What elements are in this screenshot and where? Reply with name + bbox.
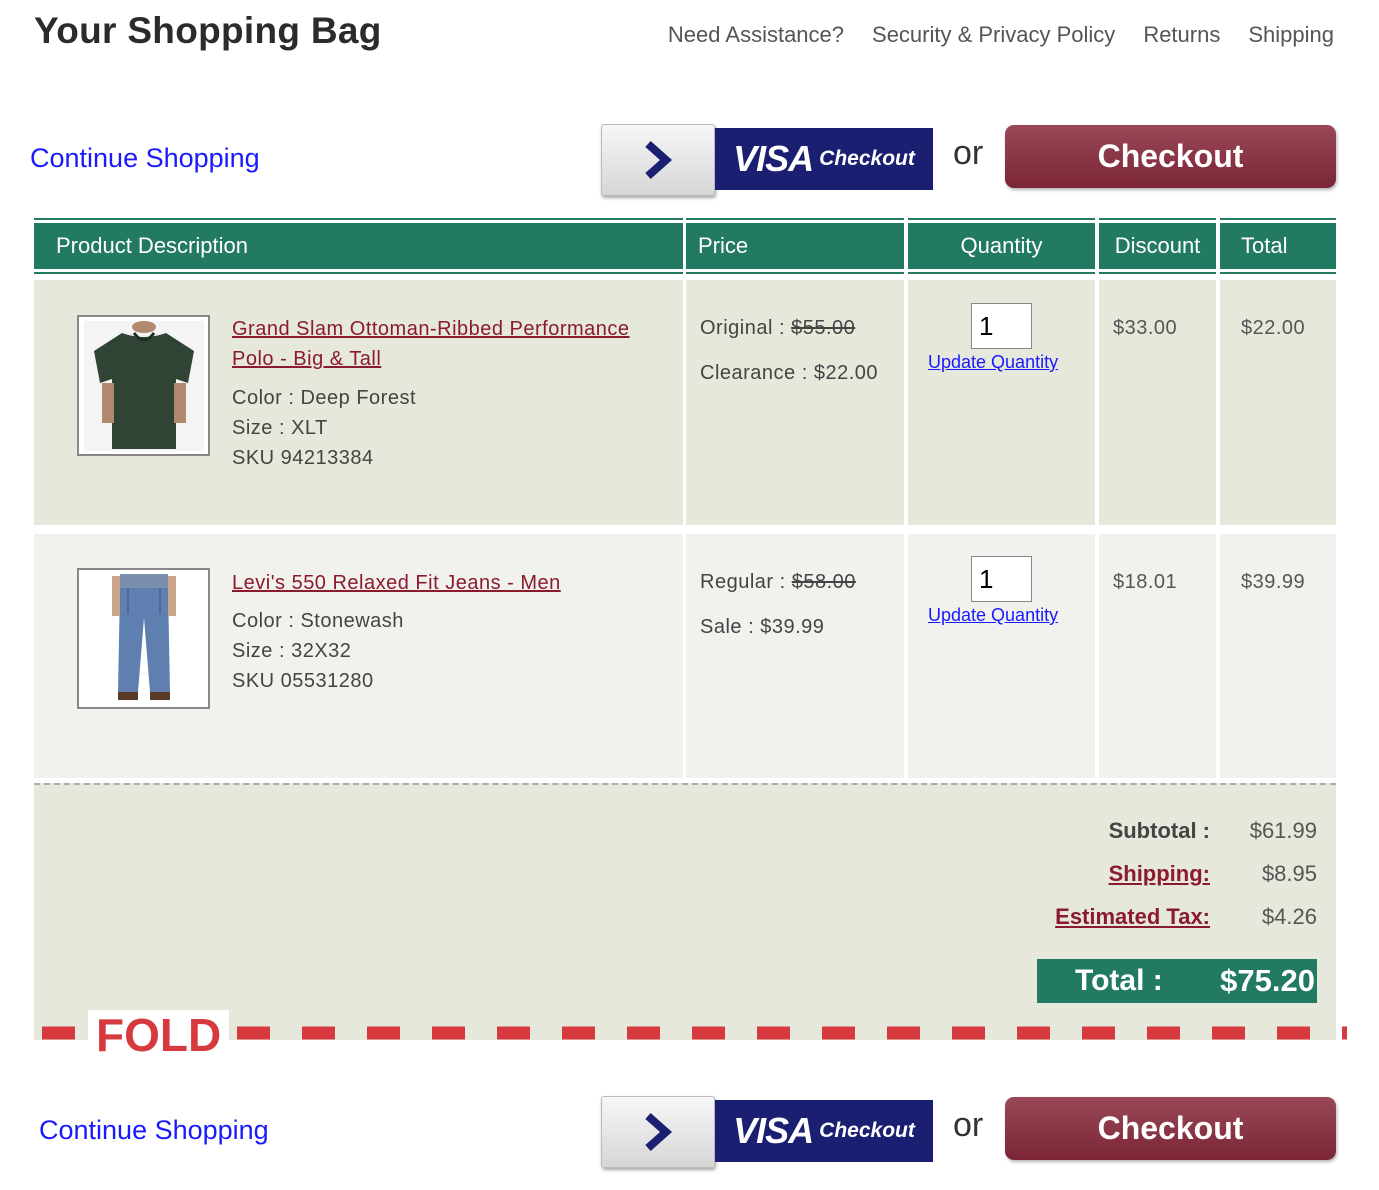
discount-value: $33.00 — [1113, 317, 1178, 339]
top-links: Need Assistance? Security & Privacy Poli… — [668, 22, 1334, 48]
product-size: Size : 32X32 — [232, 640, 352, 662]
product-name-link-line2[interactable]: Polo - Big & Tall — [232, 344, 381, 374]
returns-link[interactable]: Returns — [1143, 22, 1220, 48]
total-label: Total : — [1075, 964, 1163, 997]
subtotal-label: Subtotal : — [1108, 818, 1210, 843]
or-text: or — [953, 1106, 984, 1144]
order-summary: Subtotal : $61.99 Shipping: $8.95 Estima… — [34, 783, 1336, 1040]
table-cell-price: Regular : $58.00 Sale : $39.99 — [686, 534, 904, 778]
chevron-right-icon — [601, 1096, 715, 1168]
product-size: Size : XLT — [232, 417, 328, 439]
discount-value: $18.01 — [1113, 571, 1178, 593]
continue-shopping-link[interactable]: Continue Shopping — [30, 143, 260, 174]
top-action-row: Continue Shopping VISA Checkout or Check… — [0, 124, 1379, 199]
checkout-button[interactable]: Checkout — [1005, 1097, 1336, 1160]
regular-price: Regular : $58.00 — [700, 571, 856, 593]
header-product-description: Product Description — [34, 220, 683, 272]
visa-checkout-button[interactable]: VISA Checkout — [601, 1096, 933, 1168]
checkout-button[interactable]: Checkout — [1005, 125, 1336, 188]
table-cell-discount: $33.00 — [1099, 280, 1216, 525]
table-cell-discount: $18.01 — [1099, 534, 1216, 778]
visa-logo: VISA Checkout — [715, 128, 933, 190]
header-quantity: Quantity — [908, 220, 1095, 272]
update-quantity-link[interactable]: Update Quantity — [928, 605, 1058, 626]
chevron-right-icon — [601, 124, 715, 196]
fold-label: FOLD — [88, 1010, 230, 1060]
sale-price: Sale : $39.99 — [700, 616, 825, 638]
table-cell-total: $22.00 — [1220, 280, 1336, 525]
product-name-link[interactable]: Grand Slam Ottoman-Ribbed Performance — [232, 314, 630, 344]
product-sku: SKU 94213384 — [232, 447, 374, 469]
quantity-input[interactable] — [971, 303, 1032, 349]
line-total-value: $39.99 — [1241, 571, 1306, 593]
update-quantity-link[interactable]: Update Quantity — [928, 352, 1058, 373]
table-cell-quantity: Update Quantity — [908, 534, 1095, 778]
need-assistance-link[interactable]: Need Assistance? — [668, 22, 844, 48]
fold-dashed-line — [42, 1026, 1347, 1040]
product-sku: SKU 05531280 — [232, 670, 374, 692]
product-color: Color : Deep Forest — [232, 387, 417, 409]
product-image-jeans[interactable] — [77, 568, 210, 709]
shipping-info-link[interactable]: Shipping: — [1109, 861, 1210, 887]
subtotal-value: $61.99 — [1249, 818, 1317, 843]
original-price: Original : $55.00 — [700, 317, 856, 339]
table-cell-quantity: Update Quantity — [908, 280, 1095, 525]
shipping-link[interactable]: Shipping — [1248, 22, 1334, 48]
order-total: Total : $75.20 — [1037, 959, 1317, 1003]
product-image-polo[interactable] — [77, 315, 210, 456]
total-value: $75.20 — [1220, 963, 1315, 998]
line-total-value: $22.00 — [1241, 317, 1306, 339]
tax-value: $4.26 — [1261, 904, 1317, 929]
security-privacy-link[interactable]: Security & Privacy Policy — [872, 22, 1115, 48]
table-row-product: Grand Slam Ottoman-Ribbed Performance Po… — [34, 280, 683, 525]
table-row-product: Levi's 550 Relaxed Fit Jeans - Men Color… — [34, 534, 683, 778]
header-total: Total — [1220, 220, 1336, 272]
shipping-value: $8.95 — [1261, 861, 1317, 886]
header-discount: Discount — [1099, 220, 1216, 272]
visa-logo: VISA Checkout — [715, 1100, 933, 1162]
page-title: Your Shopping Bag — [34, 10, 382, 51]
bottom-action-row: Continue Shopping VISA Checkout or Check… — [0, 1096, 1379, 1171]
visa-checkout-button[interactable]: VISA Checkout — [601, 124, 933, 196]
product-color: Color : Stonewash — [232, 610, 404, 632]
clearance-price: Clearance : $22.00 — [700, 362, 879, 384]
quantity-input[interactable] — [971, 556, 1032, 602]
product-name-link[interactable]: Levi's 550 Relaxed Fit Jeans - Men — [232, 568, 561, 598]
table-cell-total: $39.99 — [1220, 534, 1336, 778]
continue-shopping-link[interactable]: Continue Shopping — [39, 1115, 269, 1146]
table-cell-price: Original : $55.00 Clearance : $22.00 — [686, 280, 904, 525]
estimated-tax-link[interactable]: Estimated Tax: — [1055, 904, 1210, 930]
header-price: Price — [686, 220, 904, 272]
or-text: or — [953, 134, 984, 172]
